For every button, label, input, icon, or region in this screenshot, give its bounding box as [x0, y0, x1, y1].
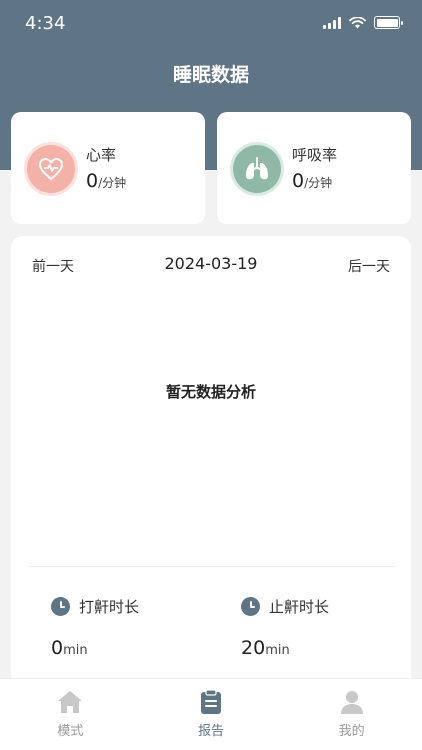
- user-icon: [340, 691, 363, 714]
- no-data-message: 暂无数据分析: [165, 383, 256, 401]
- clipboard-icon: [201, 689, 221, 714]
- tab-bar: 模式 报告 我的: [0, 678, 422, 750]
- respiration-value: 0/分钟: [292, 170, 333, 192]
- status-icons: [323, 16, 403, 29]
- cellular-signal-icon: [323, 16, 341, 29]
- stop-snore-duration-label: 止鼾时长: [269, 598, 330, 616]
- tab-report[interactable]: 报告: [141, 679, 282, 750]
- clock-icon: [241, 597, 260, 616]
- next-day-button[interactable]: 后一天: [348, 256, 390, 276]
- stop-snore-duration-value: 20min: [241, 637, 290, 659]
- wifi-icon: [349, 16, 366, 28]
- tab-mine-label: 我的: [338, 724, 365, 739]
- page-title: 睡眠数据: [172, 64, 249, 86]
- respiration-card[interactable]: 呼吸率 0/分钟: [217, 112, 411, 224]
- heart-rate-value: 0/分钟: [86, 170, 127, 192]
- snore-duration-stat: 打鼾时长 0min: [51, 596, 139, 659]
- sleep-report-card: 前一天 2024-03-19 后一天 暂无数据分析 打鼾时长 0min 止鼾时长…: [11, 236, 411, 706]
- heart-rate-label: 心率: [86, 146, 117, 164]
- respiration-label: 呼吸率: [292, 146, 338, 164]
- clock-icon: [51, 597, 70, 616]
- status-bar: 4:34: [0, 0, 422, 48]
- tab-mode[interactable]: 模式: [0, 679, 141, 750]
- home-icon: [58, 691, 83, 713]
- lungs-icon: [233, 145, 281, 193]
- stop-snore-duration-stat: 止鼾时长 20min: [241, 596, 329, 659]
- snore-duration-label: 打鼾时长: [79, 598, 140, 616]
- battery-icon: [374, 16, 403, 29]
- heart-rate-card[interactable]: 心率 0/分钟: [11, 112, 205, 224]
- tab-mine[interactable]: 我的: [281, 679, 422, 750]
- tab-report-label: 报告: [198, 724, 225, 739]
- heart-rate-icon: [27, 145, 75, 193]
- snore-duration-value: 0min: [51, 637, 88, 659]
- status-time: 4:34: [25, 13, 66, 34]
- tab-mode-label: 模式: [57, 724, 84, 739]
- divider: [29, 566, 395, 567]
